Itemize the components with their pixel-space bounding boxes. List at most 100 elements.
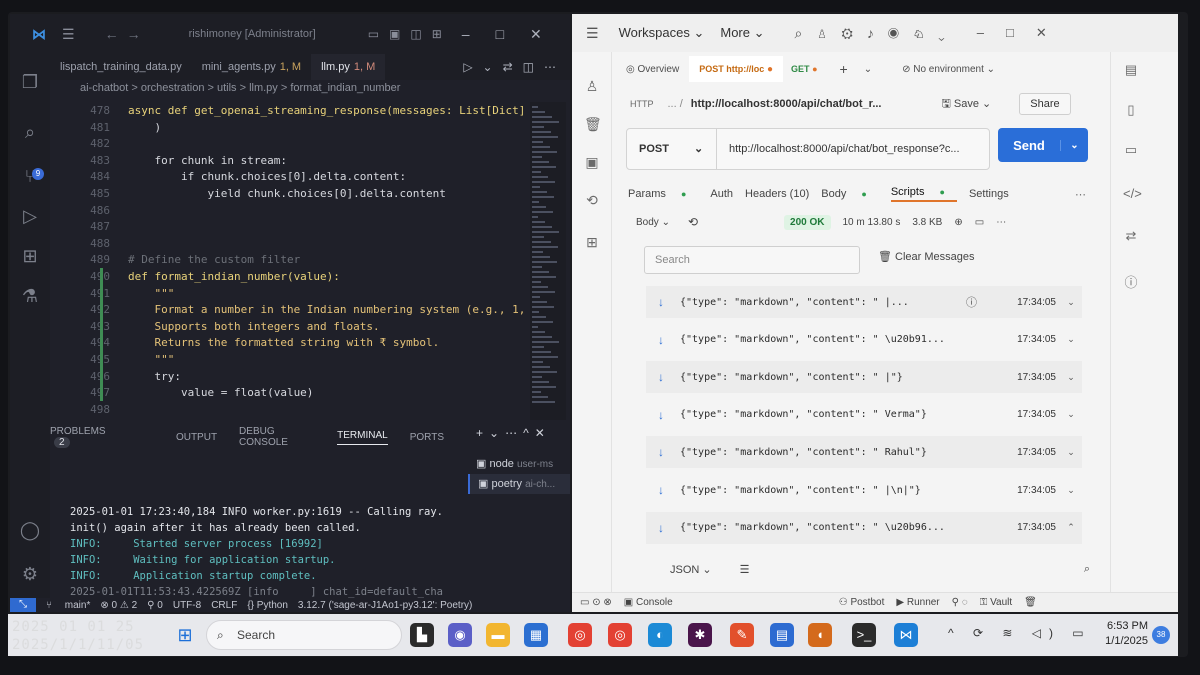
code-line[interactable]: 488 bbox=[50, 235, 530, 252]
notification-badge[interactable]: 38 bbox=[1152, 626, 1170, 644]
clock[interactable]: 6:53 PM 1/1/2025 bbox=[1088, 619, 1148, 649]
chrome-icon[interactable]: ◎ bbox=[568, 623, 592, 647]
trash-icon[interactable]: 🗑 bbox=[1024, 597, 1037, 608]
status-tools-icons[interactable]: ⚲ ◌ bbox=[952, 597, 968, 608]
problems-status[interactable]: ⊗ 0 ⚠ 2 bbox=[100, 600, 137, 611]
message-row[interactable]: ↓ {"type": "markdown", "content": " Rahul… bbox=[646, 436, 1082, 469]
minimap[interactable] bbox=[530, 102, 566, 420]
expand-chevron-icon[interactable]: ⌄ bbox=[1060, 334, 1082, 345]
url-input[interactable]: http://localhost:8000/api/chat/bot_respo… bbox=[717, 143, 960, 155]
explorer-icon[interactable]: ❐ bbox=[18, 70, 42, 94]
store-icon[interactable]: ▦ bbox=[524, 623, 548, 647]
postman-icon[interactable]: ✎ bbox=[730, 623, 754, 647]
menu-icon[interactable]: ☰ bbox=[586, 25, 599, 42]
tab-get-request[interactable]: GET ● bbox=[783, 64, 825, 74]
trash-icon[interactable]: 🗑 bbox=[584, 116, 602, 132]
eol-status[interactable]: CRLF bbox=[211, 600, 237, 611]
window-controls[interactable]: –□✕ bbox=[977, 25, 1069, 41]
tab-body[interactable]: Body ● bbox=[821, 188, 879, 200]
history-icon[interactable]: ⟲ bbox=[584, 192, 600, 208]
terminal-icon[interactable]: >_ bbox=[852, 623, 876, 647]
apps-icon[interactable]: ⊞ bbox=[584, 234, 600, 250]
path-ellipsis[interactable]: ... / bbox=[668, 98, 683, 110]
related-icon[interactable]: ⇄ bbox=[1123, 228, 1139, 244]
request-name[interactable]: http://localhost:8000/api/chat/bot_r... bbox=[691, 98, 882, 110]
testing-icon[interactable]: ⚗ bbox=[18, 284, 42, 308]
header-icons[interactable]: ⌕♙⚙♪◉♘⌄ bbox=[795, 25, 959, 42]
nav-arrows-icon[interactable]: ←→ bbox=[105, 26, 149, 42]
tab-ports[interactable]: PORTS bbox=[410, 432, 444, 443]
code-line[interactable]: 491 """ bbox=[50, 284, 530, 302]
extensions-icon[interactable]: ⊞ bbox=[18, 244, 42, 268]
terminal-item-poetry[interactable]: ▣ poetry ai-ch... bbox=[468, 474, 570, 494]
expand-chevron-icon[interactable]: ⌄ bbox=[1060, 485, 1082, 496]
info-icon[interactable]: ⓘ bbox=[1123, 272, 1139, 290]
more-options-icon[interactable]: ⋯ bbox=[1075, 188, 1086, 201]
tab-dispatch[interactable]: lispatch_training_data.py bbox=[50, 61, 192, 73]
taskbar-search[interactable]: ⌕ Search bbox=[206, 620, 402, 650]
body-dropdown[interactable]: Body ⌄ bbox=[636, 217, 670, 228]
window-controls[interactable]: –□✕ bbox=[462, 26, 568, 43]
environment-selector[interactable]: ⊘ No environment ⌄ bbox=[902, 64, 995, 75]
code-line[interactable]: 490def format_indian_number(value): bbox=[50, 268, 530, 285]
task-view-icon[interactable]: ▙ bbox=[410, 623, 434, 647]
share-button[interactable]: Share bbox=[1019, 93, 1071, 115]
clear-messages-button[interactable]: 🗑 Clear Messages bbox=[878, 250, 975, 263]
editor-actions[interactable]: ▷⌄⇄◫⋯ bbox=[463, 60, 570, 74]
wrap-lines-icon[interactable]: ☰ bbox=[740, 563, 750, 576]
more-menu[interactable]: More ⌄ bbox=[720, 25, 764, 41]
tab-params[interactable]: Params ● bbox=[628, 188, 698, 200]
message-row[interactable]: ↓ {"type": "markdown", "content": " |"} 17… bbox=[646, 361, 1082, 394]
workspaces-menu[interactable]: Workspaces ⌄ bbox=[619, 25, 705, 41]
comments-icon[interactable]: ▭ bbox=[1123, 142, 1139, 158]
code-line[interactable]: 485 yield chunk.choices[0].delta.content bbox=[50, 185, 530, 202]
doc-icon[interactable]: ▯ bbox=[1123, 102, 1139, 118]
expand-chevron-icon[interactable]: ⌄ bbox=[1060, 447, 1082, 458]
code-line[interactable]: 482 bbox=[50, 135, 530, 152]
slack-icon[interactable]: ✱ bbox=[688, 623, 712, 647]
breadcrumb[interactable]: ai-chatbot > orchestration > utils > llm… bbox=[50, 82, 570, 100]
tab-auth[interactable]: Auth bbox=[710, 188, 733, 200]
expand-chevron-icon[interactable]: ⌄ bbox=[1060, 409, 1082, 420]
globe-icon[interactable]: ⊕ bbox=[954, 217, 962, 228]
message-row[interactable]: ↓ {"type": "markdown", "content": " |... ⓘ… bbox=[646, 286, 1082, 318]
more-options-icon[interactable]: ⋯ bbox=[996, 217, 1006, 228]
tab-debug-console[interactable]: DEBUG CONSOLE bbox=[239, 426, 315, 448]
code-line[interactable]: 478 async def get_openai_streaming_respon… bbox=[50, 102, 530, 119]
windows-start-icon[interactable]: ⊞ bbox=[174, 624, 196, 646]
search-icon[interactable]: ⌕ bbox=[1084, 563, 1090, 576]
tab-scripts[interactable]: Scripts ● bbox=[890, 186, 957, 202]
message-row[interactable]: ↓ {"type": "markdown", "content": " \u20b… bbox=[646, 324, 1082, 356]
code-line[interactable]: 496 try: bbox=[50, 367, 530, 385]
history-icon[interactable]: ⟲ bbox=[688, 215, 698, 229]
code-editor[interactable]: 478 async def get_openai_streaming_respon… bbox=[50, 102, 530, 420]
expand-chevron-icon[interactable]: ⌄ bbox=[1060, 372, 1082, 383]
terminal-item-node[interactable]: ▣ node user-ms bbox=[468, 454, 570, 474]
code-line[interactable]: 495 """ bbox=[50, 351, 530, 368]
code-line[interactable]: 489 # Define the custom filter bbox=[50, 251, 530, 268]
save-button[interactable]: 🖫 Save ⌄ bbox=[941, 95, 991, 114]
encoding-status[interactable]: UTF-8 bbox=[173, 600, 201, 611]
message-row[interactable]: ↓ {"type": "markdown", "content": " \u20b… bbox=[646, 511, 1082, 544]
tab-overview[interactable]: ◎ Overview bbox=[616, 64, 689, 75]
code-line[interactable]: 498 bbox=[50, 401, 530, 418]
tab-mini-agents[interactable]: mini_agents.py 1, M bbox=[192, 61, 311, 73]
teams-icon[interactable]: ◉ bbox=[448, 623, 472, 647]
code-line[interactable]: 492 Format a number in the Indian number… bbox=[50, 301, 530, 319]
search-icon[interactable]: ⌕ bbox=[18, 120, 42, 144]
docs-icon[interactable]: ▤ bbox=[1123, 62, 1139, 78]
send-button[interactable]: Send ⌄ bbox=[998, 128, 1088, 162]
code-icon[interactable]: </> bbox=[1123, 186, 1142, 202]
interpreter-status[interactable]: 3.12.7 ('sage-ar-J1Ao1-py3.12': Poetry) bbox=[298, 600, 472, 611]
method-select[interactable]: POST ⌄ bbox=[627, 129, 717, 169]
remote-icon[interactable]: ⤡ bbox=[10, 598, 36, 612]
send-dropdown-icon[interactable]: ⌄ bbox=[1060, 139, 1088, 151]
code-line[interactable]: 487 bbox=[50, 218, 530, 235]
collections-icon[interactable]: ▣ bbox=[584, 154, 600, 170]
settings-gear-icon[interactable]: ⚙ bbox=[18, 562, 42, 586]
tab-terminal[interactable]: TERMINAL bbox=[337, 430, 388, 445]
tab-headers[interactable]: Headers (10) bbox=[745, 188, 809, 200]
status-icons[interactable]: ▭ ⊙ ⊗ bbox=[580, 597, 612, 608]
code-line[interactable]: 481 ) bbox=[50, 119, 530, 136]
panel-actions[interactable]: +⌄⋯^✕ bbox=[476, 426, 551, 440]
